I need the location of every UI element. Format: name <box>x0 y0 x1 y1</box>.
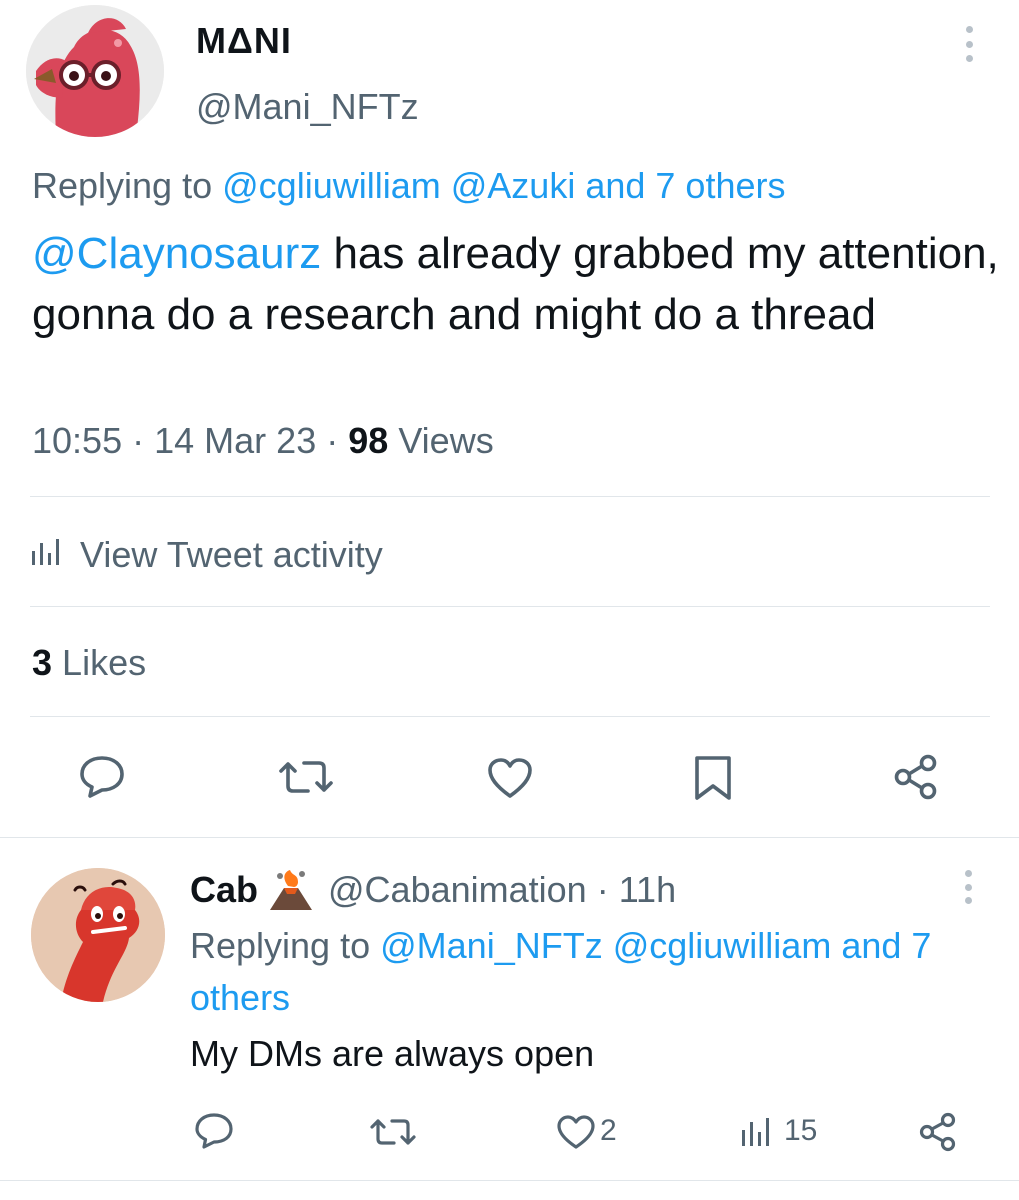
reply-icon[interactable] <box>78 754 126 800</box>
divider <box>30 606 990 607</box>
share-icon[interactable] <box>918 1112 958 1152</box>
likes-count: 2 <box>600 1114 617 1147</box>
tweet-text: My DMs are always open <box>190 1033 595 1074</box>
tweet-time[interactable]: 10:55 <box>32 420 122 461</box>
more-options-icon[interactable] <box>958 870 978 904</box>
likes-count: 3 <box>32 642 53 683</box>
avatar[interactable] <box>26 5 164 137</box>
tweet-meta: 10:55 · 14 Mar 23 · 98 Views <box>32 420 494 462</box>
likes-label: Likes <box>62 642 147 683</box>
bookmark-icon[interactable] <box>692 754 734 802</box>
replying-to-user-link[interactable]: @Azuki <box>451 165 576 206</box>
replying-to-prefix: Replying to <box>32 165 213 206</box>
like-icon[interactable] <box>486 756 534 800</box>
divider <box>30 716 990 717</box>
divider <box>30 496 990 497</box>
like-icon[interactable] <box>556 1114 596 1150</box>
author-handle[interactable]: @Cabanimation <box>328 869 587 911</box>
divider <box>0 1180 1019 1181</box>
tweet-date[interactable]: 14 Mar 23 <box>154 420 316 461</box>
replying-to: Replying to @cgliuwilliam @Azuki and 7 o… <box>32 165 785 207</box>
header-separator: · <box>596 869 609 910</box>
tweet-text: @Claynosaurz has already grabbed my atte… <box>32 223 1000 345</box>
views-label: Views <box>398 420 494 461</box>
meta-separator: · <box>326 420 339 461</box>
main-tweet: MΔNI @Mani_NFTz Replying to @cgliuwillia… <box>0 0 1019 838</box>
view-tweet-activity-button[interactable]: View Tweet activity <box>30 528 383 582</box>
volcano-icon <box>268 868 314 912</box>
retweet-icon[interactable] <box>278 756 334 798</box>
replying-to-others-link[interactable]: and 7 others <box>585 165 785 206</box>
avatar[interactable] <box>31 868 165 1002</box>
analytics-icon[interactable] <box>740 1116 774 1148</box>
replying-to-user-link[interactable]: @cgliuwilliam <box>613 925 832 966</box>
meta-separator: · <box>132 420 145 461</box>
author-handle[interactable]: @Mani_NFTz <box>196 86 419 128</box>
mention-link[interactable]: @Claynosaurz <box>32 229 321 278</box>
views-count: 98 <box>348 420 389 461</box>
reply-header: Cab @Cabanimation · 11h <box>190 868 676 912</box>
analytics-icon <box>30 534 64 576</box>
author-display-name[interactable]: Cab <box>190 869 258 911</box>
replying-to-user-link[interactable]: @cgliuwilliam <box>222 165 441 206</box>
author-display-name[interactable]: MΔNI <box>196 20 292 62</box>
retweet-icon[interactable] <box>370 1115 416 1149</box>
more-options-icon[interactable] <box>955 22 983 66</box>
divider <box>0 837 1019 838</box>
replying-to-prefix: Replying to <box>190 925 371 966</box>
share-icon[interactable] <box>892 754 940 800</box>
replying-to-user-link[interactable]: @Mani_NFTz <box>380 925 603 966</box>
reply-icon[interactable] <box>194 1112 234 1150</box>
likes-summary[interactable]: 3 Likes <box>32 642 146 684</box>
replying-to: Replying to @Mani_NFTz @cgliuwilliam and… <box>190 920 980 1024</box>
view-tweet-activity-label: View Tweet activity <box>80 534 383 575</box>
views-count: 15 <box>784 1114 818 1147</box>
tweet-time-ago[interactable]: 11h <box>619 869 676 911</box>
